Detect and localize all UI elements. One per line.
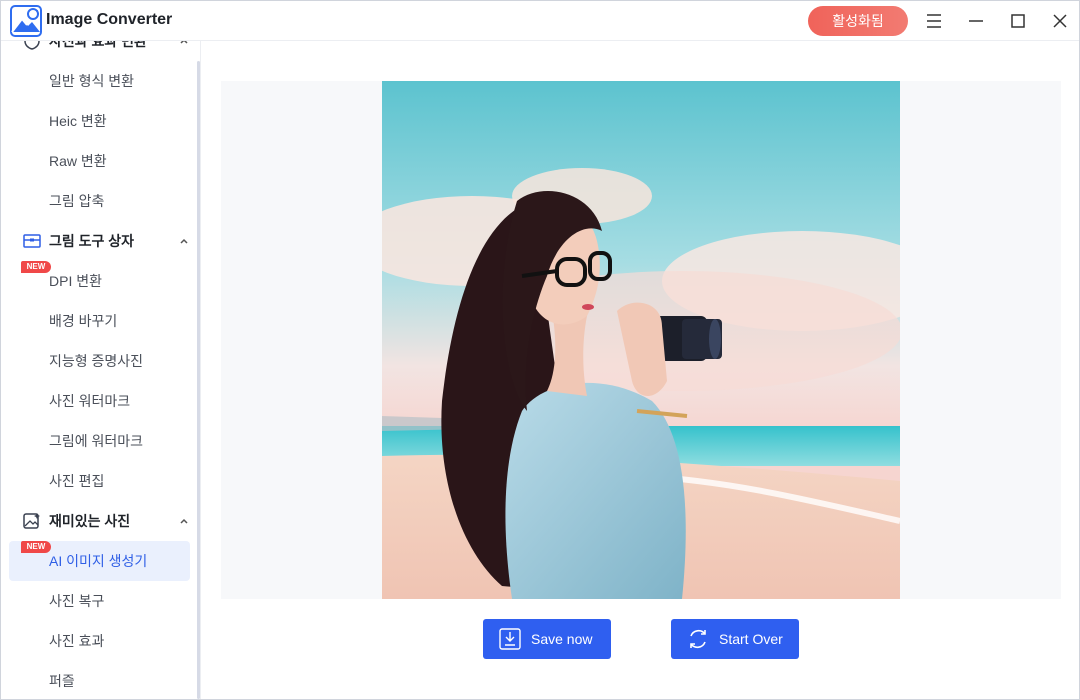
- section-label: 재미있는 사진: [49, 513, 131, 529]
- generated-image: [382, 81, 900, 599]
- section-label: 사진과 효과 변환: [49, 41, 147, 49]
- sidebar-scrollbar[interactable]: [197, 61, 200, 699]
- ai-generated-portrait-image: [382, 81, 900, 599]
- close-icon[interactable]: [1048, 9, 1072, 33]
- save-now-button[interactable]: Save now: [483, 619, 611, 659]
- save-now-label: Save now: [531, 631, 593, 647]
- download-icon: [499, 628, 521, 650]
- photo-sparkle-icon: [23, 513, 40, 529]
- maximize-icon[interactable]: [1006, 9, 1030, 33]
- menu-icon[interactable]: [922, 9, 946, 33]
- title-bar: Image Converter 활성화됨: [1, 1, 1079, 41]
- sidebar-item-change-background[interactable]: 배경 바꾸기: [9, 301, 190, 341]
- app-title: Image Converter: [46, 11, 173, 28]
- sidebar-item-photo-edit[interactable]: 사진 편집: [9, 461, 190, 501]
- sidebar-item-photo-effects[interactable]: 사진 효과: [9, 621, 190, 661]
- shield-icon: [24, 41, 40, 50]
- refresh-icon: [690, 629, 706, 649]
- sidebar-item-heic[interactable]: Heic 변환: [9, 101, 190, 141]
- app-window: Image Converter 활성화됨 사진과 효과 변환 일반 형식 변환: [0, 0, 1080, 700]
- section-photo-effect-convert[interactable]: 사진과 효과 변환: [23, 41, 193, 61]
- sidebar-item-photo-restore[interactable]: 사진 복구: [9, 581, 190, 621]
- toolbox-icon: [23, 234, 41, 248]
- sidebar-item-raw[interactable]: Raw 변환: [9, 141, 190, 181]
- sidebar-item-image-watermark[interactable]: 그림에 워터마크: [9, 421, 190, 461]
- sidebar: 사진과 효과 변환 일반 형식 변환 Heic 변환 Raw 변환 그림 압축 …: [1, 41, 201, 699]
- chevron-up-icon[interactable]: [179, 236, 189, 246]
- sidebar-item-compress[interactable]: 그림 압축: [9, 181, 190, 221]
- chevron-up-icon[interactable]: [179, 41, 189, 46]
- image-preview-area: [221, 81, 1061, 599]
- sidebar-item-puzzle[interactable]: 퍼즐: [9, 661, 190, 699]
- sidebar-item-dpi[interactable]: DPI 변환: [9, 261, 190, 301]
- section-fun-photos[interactable]: 재미있는 사진: [23, 501, 193, 541]
- minimize-icon[interactable]: [964, 9, 988, 33]
- start-over-label: Start Over: [719, 631, 783, 647]
- section-label: 그림 도구 상자: [49, 233, 135, 249]
- sidebar-item-id-photo[interactable]: 지능형 증명사진: [9, 341, 190, 381]
- section-toolbox[interactable]: 그림 도구 상자: [23, 221, 193, 261]
- chevron-up-icon[interactable]: [179, 516, 189, 526]
- sidebar-item-photo-watermark[interactable]: 사진 워터마크: [9, 381, 190, 421]
- main-content: Save now Start Over: [201, 41, 1079, 699]
- activate-button[interactable]: 활성화됨: [808, 6, 908, 36]
- start-over-button[interactable]: Start Over: [671, 619, 799, 659]
- sidebar-item-general-format[interactable]: 일반 형식 변환: [9, 61, 190, 101]
- app-logo-icon: [10, 5, 42, 37]
- new-badge: NEW: [21, 541, 51, 553]
